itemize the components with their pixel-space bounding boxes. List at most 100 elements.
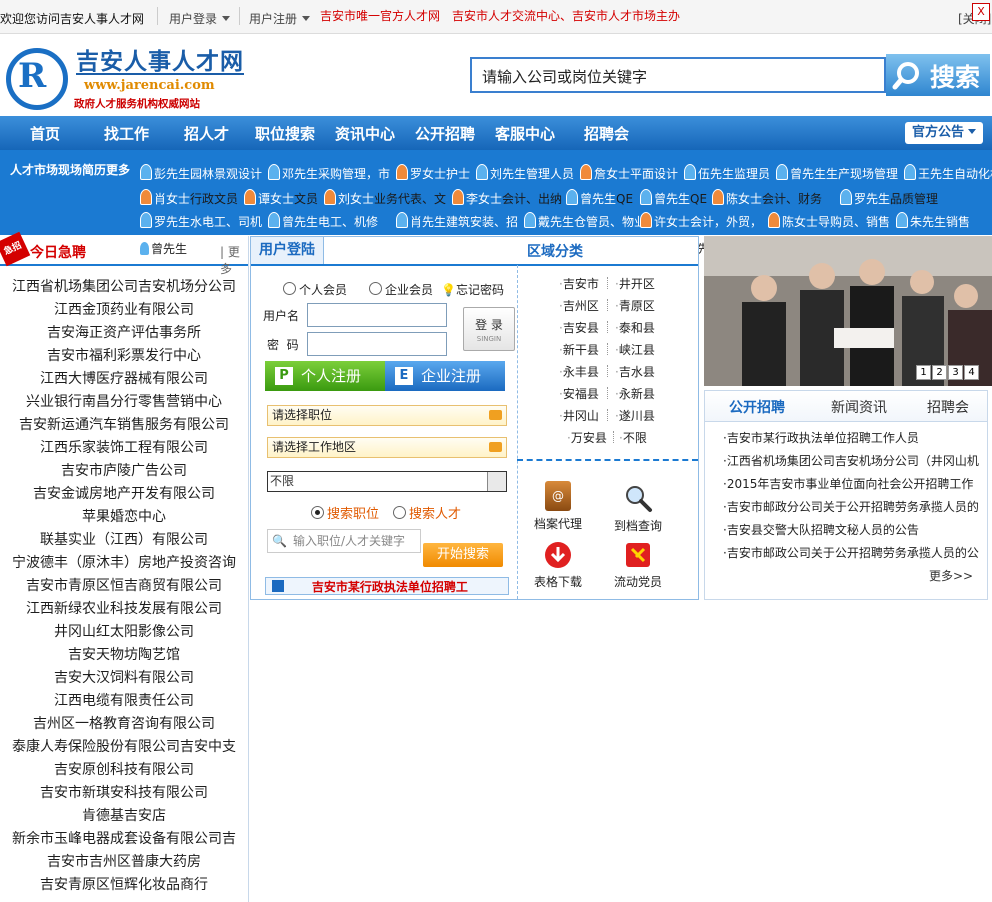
search-input[interactable] bbox=[480, 60, 884, 92]
urgent-company-link[interactable]: 吉安市福利彩票发行中心 bbox=[0, 345, 248, 368]
company-register-button[interactable]: E 企业注册 bbox=[385, 361, 505, 391]
urgent-company-link[interactable]: 江西金顶药业有限公司 bbox=[0, 299, 248, 322]
region-link[interactable]: ·永新县 bbox=[615, 385, 655, 402]
tab-public-recruit[interactable]: 公开招聘 bbox=[729, 397, 785, 417]
urgent-company-link[interactable]: 吉安新运通汽车销售服务有限公司 bbox=[0, 414, 248, 437]
urgent-company-link[interactable]: 肯德基吉安店 bbox=[0, 805, 248, 828]
region-link[interactable]: ·井冈山 bbox=[559, 407, 599, 424]
urgent-company-link[interactable]: 联基实业（江西）有限公司 bbox=[0, 529, 248, 552]
resume-tag[interactable]: 肖女士行政文员 bbox=[140, 189, 238, 207]
nav-service-center[interactable]: 客服中心 bbox=[495, 123, 555, 144]
urgent-company-link[interactable]: 吉安原创科技有限公司 bbox=[0, 759, 248, 782]
resume-tag[interactable]: 陈女士会计、财务 bbox=[712, 189, 822, 207]
resume-tag[interactable]: 肖先生建筑安装、招 bbox=[396, 212, 518, 230]
nav-news-center[interactable]: 资讯中心 bbox=[335, 123, 395, 144]
official-notice-button[interactable]: 官方公告 bbox=[905, 122, 983, 144]
urgent-company-link[interactable]: 吉安市庐陵广告公司 bbox=[0, 460, 248, 483]
search-button[interactable]: 搜索 bbox=[886, 54, 990, 96]
form-download-link[interactable]: 表格下载 bbox=[533, 541, 583, 590]
archive-query-link[interactable]: 到档查询 bbox=[611, 483, 665, 534]
carousel-page-2[interactable]: 2 bbox=[932, 365, 947, 380]
carousel-page-4[interactable]: 4 bbox=[964, 365, 979, 380]
urgent-company-link[interactable]: 江西电缆有限责任公司 bbox=[0, 690, 248, 713]
resume-tag[interactable]: 曾先生电工、机修 bbox=[268, 212, 378, 230]
position-select[interactable]: 请选择职位 bbox=[267, 405, 507, 426]
resume-tag[interactable]: 戴先生仓管员、物业 bbox=[524, 212, 646, 230]
urgent-company-link[interactable]: 吉州区一格教育咨询有限公司 bbox=[0, 713, 248, 736]
strip-title[interactable]: 人才市场现场简历更多 bbox=[10, 161, 130, 178]
region-link[interactable]: ·泰和县 bbox=[615, 319, 655, 336]
radio-personal-member[interactable]: 个人会员 bbox=[283, 281, 347, 298]
start-search-button[interactable]: 开始搜索 bbox=[423, 543, 503, 567]
urgent-company-link[interactable]: 江西新绿农业科技发展有限公司 bbox=[0, 598, 248, 621]
user-login-menu[interactable]: 用户登录 bbox=[169, 10, 231, 27]
region-link[interactable]: ·吉安市 bbox=[559, 275, 599, 292]
urgent-company-link[interactable]: 江西乐家装饰工程有限公司 bbox=[0, 437, 248, 460]
username-input[interactable] bbox=[307, 303, 447, 327]
marquee-ticker[interactable]: 吉安市唯一官方人才网 吉安市人才交流中心、吉安市人才市场主办 bbox=[320, 7, 690, 24]
carousel-page-3[interactable]: 3 bbox=[948, 365, 963, 380]
news-more-link[interactable]: 更多>> bbox=[929, 567, 973, 584]
urgent-company-link[interactable]: 吉安市吉州区普康大药房 bbox=[0, 851, 248, 874]
user-register-menu[interactable]: 用户注册 bbox=[249, 10, 311, 27]
urgent-company-link[interactable]: 吉安海正资产评估事务所 bbox=[0, 322, 248, 345]
password-input[interactable] bbox=[307, 332, 447, 356]
region-link[interactable]: ·吉州区 bbox=[559, 297, 599, 314]
region-link[interactable]: ·新干县 bbox=[559, 341, 599, 358]
resume-tag[interactable]: 邓先生采购管理，市 bbox=[268, 164, 390, 182]
resume-tag[interactable]: 刘先生管理人员 bbox=[476, 164, 574, 182]
region-link[interactable]: ·吉水县 bbox=[615, 363, 655, 380]
resume-tag[interactable]: 曾先生生产现场管理 bbox=[776, 164, 898, 182]
carousel-page-1[interactable]: 1 bbox=[916, 365, 931, 380]
urgent-company-link[interactable]: 井冈山红太阳影像公司 bbox=[0, 621, 248, 644]
tab-user-login[interactable]: 用户登陆 bbox=[251, 237, 324, 264]
region-link[interactable]: ·安福县 bbox=[559, 385, 599, 402]
region-link[interactable]: ·永丰县 bbox=[559, 363, 599, 380]
resume-tag[interactable]: 罗女士护士 bbox=[396, 164, 470, 182]
urgent-company-link[interactable]: 宁波德丰（原沐丰）房地产投资咨询 bbox=[0, 552, 248, 575]
resume-tag[interactable]: 陈女士导购员、销售 bbox=[768, 212, 890, 230]
urgent-company-link[interactable]: 新余市玉峰电器成套设备有限公司吉 bbox=[0, 828, 248, 851]
nav-home[interactable]: 首页 bbox=[30, 123, 60, 144]
archive-agent-link[interactable]: @ 档案代理 bbox=[533, 481, 583, 532]
region-link[interactable]: ·吉安县 bbox=[559, 319, 599, 336]
urgent-company-link[interactable]: 吉安市新琪安科技有限公司 bbox=[0, 782, 248, 805]
region-link[interactable]: ·青原区 bbox=[615, 297, 655, 314]
urgent-company-link[interactable]: 吉安金诚房地产开发有限公司 bbox=[0, 483, 248, 506]
resume-tag[interactable]: 曾先生QE bbox=[566, 189, 633, 207]
urgent-company-link[interactable]: 江西省机场集团公司吉安机场分公司 bbox=[0, 276, 248, 299]
resume-tag[interactable]: 刘女士业务代表、文 bbox=[324, 189, 446, 207]
nav-find-job[interactable]: 找工作 bbox=[104, 123, 149, 144]
resume-tag[interactable]: 曾先生 bbox=[140, 240, 187, 257]
nav-job-fair[interactable]: 招聘会 bbox=[584, 123, 629, 144]
resume-tag[interactable]: 朱先生销售 bbox=[896, 212, 970, 230]
nav-public-recruit[interactable]: 公开招聘 bbox=[415, 123, 475, 144]
resume-tag[interactable]: 彭先生园林景观设计 bbox=[140, 164, 262, 182]
radio-search-position[interactable]: 搜索职位 bbox=[311, 503, 379, 522]
urgent-company-link[interactable]: 江西大博医疗器械有限公司 bbox=[0, 368, 248, 391]
radio-search-talent[interactable]: 搜索人才 bbox=[393, 503, 461, 522]
nav-recruit[interactable]: 招人才 bbox=[184, 123, 229, 144]
region-link[interactable]: ·井开区 bbox=[615, 275, 655, 292]
urgent-company-link[interactable]: 苹果婚恋中心 bbox=[0, 506, 248, 529]
urgent-company-link[interactable]: 兴业银行南昌分行零售营销中心 bbox=[0, 391, 248, 414]
mobile-party-member-link[interactable]: 流动党员 bbox=[611, 541, 665, 590]
site-logo[interactable]: R 吉安人事人才网 www.jarencai.com 政府人才服务机构权威网站 bbox=[4, 40, 244, 112]
region-link[interactable]: ·万安县 bbox=[567, 429, 607, 446]
resume-tag[interactable]: 曾先生QE bbox=[640, 189, 707, 207]
resume-tag[interactable]: 王先生自动化机械设 bbox=[904, 164, 992, 182]
nav-position-search[interactable]: 职位搜索 bbox=[255, 123, 315, 144]
urgent-company-link[interactable]: 吉安青原区恒辉化妆品商行 bbox=[0, 874, 248, 897]
region-link[interactable]: ·不限 bbox=[619, 429, 647, 446]
forgot-password-link[interactable]: 💡忘记密码 bbox=[441, 281, 504, 298]
login-button[interactable]: 登 录 SINGIN bbox=[463, 307, 515, 351]
resume-tag[interactable]: 罗先生水电工、司机 bbox=[140, 212, 262, 230]
resume-tag[interactable]: 谭女士文员 bbox=[244, 189, 318, 207]
news-item-link[interactable]: ·吉安市邮政分公司关于公开招聘劳务承揽人员的 bbox=[723, 498, 981, 515]
news-item-link[interactable]: ·2015年吉安市事业单位面向社会公开招聘工作 bbox=[723, 475, 981, 492]
news-item-link[interactable]: ·吉安县交警大队招聘文秘人员的公告 bbox=[723, 521, 981, 538]
personal-register-button[interactable]: P 个人注册 bbox=[265, 361, 385, 391]
news-photo-carousel[interactable]: 1 2 3 4 bbox=[704, 236, 992, 386]
announcement-marquee[interactable]: 吉安市某行政执法单位招聘工 bbox=[265, 577, 509, 595]
region-link[interactable]: ·遂川县 bbox=[615, 407, 655, 424]
